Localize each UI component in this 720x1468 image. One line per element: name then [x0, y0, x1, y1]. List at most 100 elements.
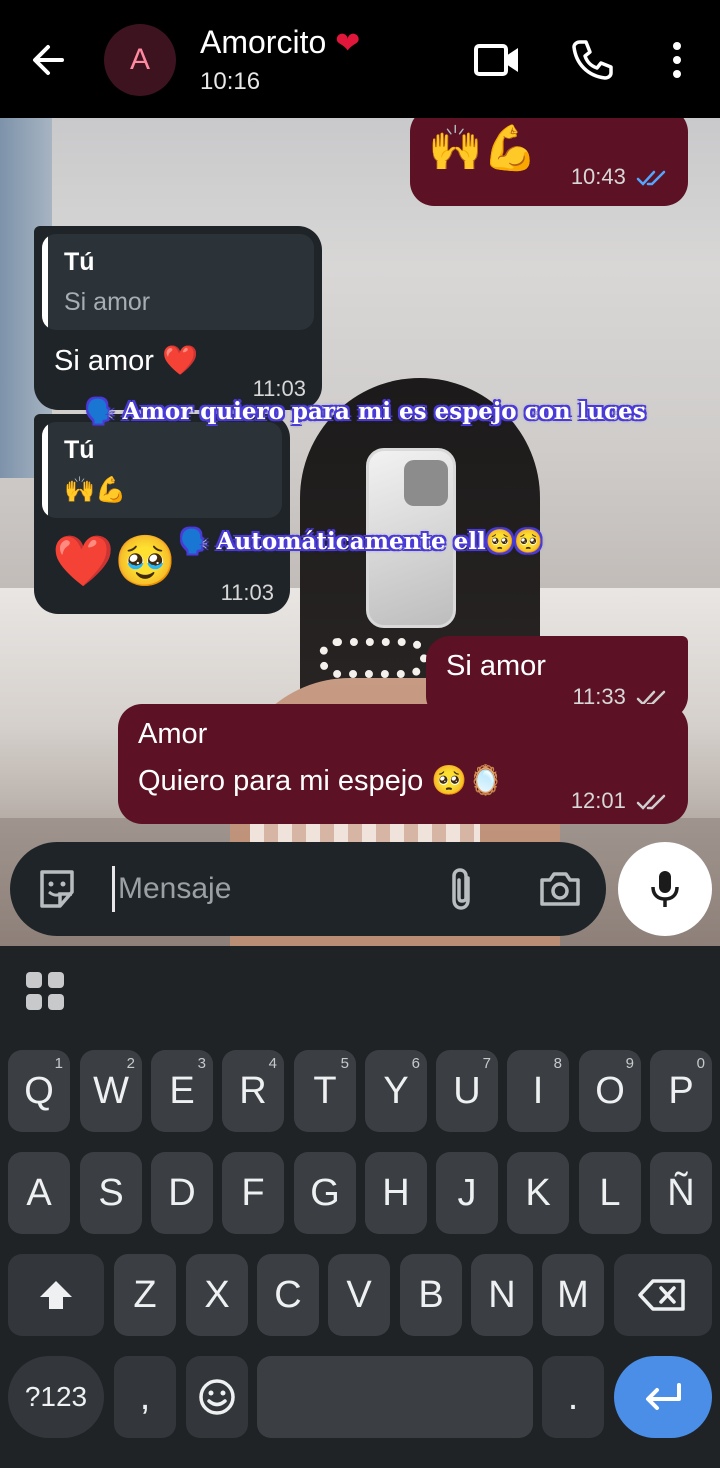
key-label: E [169, 1069, 195, 1112]
sticker-button[interactable] [34, 866, 80, 912]
key-e[interactable]: E3 [151, 1050, 213, 1132]
sticker-icon [40, 870, 74, 908]
shift-key[interactable] [8, 1254, 104, 1336]
key-f[interactable]: F [222, 1152, 284, 1234]
quote-text: Si amor [64, 288, 151, 316]
message-composer [10, 842, 606, 936]
backspace-key[interactable] [614, 1254, 712, 1336]
key-b[interactable]: B [400, 1254, 462, 1336]
camera-button[interactable] [536, 866, 584, 912]
key-m[interactable]: M [542, 1254, 604, 1336]
key-hint: 5 [340, 1055, 349, 1072]
message-time: 12:01 [571, 788, 670, 814]
voice-call-button[interactable] [566, 34, 618, 86]
keyboard-menu-button[interactable] [22, 968, 68, 1014]
key-l[interactable]: L [579, 1152, 641, 1234]
enter-key[interactable] [614, 1356, 712, 1438]
contact-status: 10:16 [200, 68, 261, 95]
message-text: 🙌💪 [428, 124, 538, 173]
period-key[interactable]: . [542, 1356, 604, 1438]
video-call-button[interactable] [470, 36, 526, 84]
key-k[interactable]: K [507, 1152, 569, 1234]
key-y[interactable]: Y6 [365, 1050, 427, 1132]
quote-text: 🙌💪 [64, 476, 127, 504]
key-label: I [532, 1069, 544, 1112]
message-time-text: 12:01 [570, 788, 626, 813]
attach-button[interactable] [442, 864, 482, 914]
quoted-message[interactable]: Tú Si amor [42, 234, 314, 330]
message-text-line-2: Quiero para mi espejo 🥺🪞 [138, 765, 504, 797]
key-hint: 9 [625, 1055, 634, 1072]
key-w[interactable]: W2 [80, 1050, 142, 1132]
key-hint: 2 [126, 1055, 135, 1072]
key-label: P [668, 1069, 694, 1112]
message-text-line-1: Amor [138, 718, 208, 750]
smiley-icon [199, 1379, 235, 1415]
key-o[interactable]: O9 [579, 1050, 641, 1132]
comma-key[interactable]: , [114, 1356, 176, 1438]
key-label: U [453, 1069, 481, 1112]
key-x[interactable]: X [186, 1254, 248, 1336]
quoted-message[interactable]: Tú 🙌💪 [42, 422, 282, 518]
overlay-caption-2: 🗣️ Automáticamente ell🥺🥺 [180, 528, 544, 555]
back-button[interactable] [22, 34, 74, 86]
key-t[interactable]: T5 [294, 1050, 356, 1132]
key-a[interactable]: A [8, 1152, 70, 1234]
space-key[interactable] [257, 1356, 533, 1438]
key-z[interactable]: Z [114, 1254, 176, 1336]
key-i[interactable]: I8 [507, 1050, 569, 1132]
key-c[interactable]: C [257, 1254, 319, 1336]
more-options-button[interactable] [654, 34, 700, 86]
text-cursor [112, 866, 115, 912]
enter-arrow-icon [646, 1383, 681, 1410]
contact-avatar[interactable]: A [104, 24, 176, 96]
symbols-key[interactable]: ?123 [8, 1356, 104, 1438]
wallpaper-necklace [318, 638, 428, 678]
key-hint: 7 [482, 1055, 491, 1072]
key-g[interactable]: G [294, 1152, 356, 1234]
key-h[interactable]: H [365, 1152, 427, 1234]
video-camera-icon [474, 44, 518, 76]
key-hint: 3 [197, 1055, 206, 1072]
double-check-read-icon [636, 170, 666, 186]
double-check-icon [636, 794, 666, 810]
key-label: Q [24, 1069, 54, 1112]
message-bubble-incoming[interactable]: Tú 🙌💪 ❤️🥹 11:03 [34, 414, 290, 614]
voice-record-button[interactable] [618, 842, 712, 936]
camera-icon [540, 872, 580, 906]
key-label: T [313, 1069, 337, 1112]
message-text: ❤️🥹 [52, 533, 177, 589]
message-input[interactable] [118, 864, 438, 914]
key-u[interactable]: U7 [436, 1050, 498, 1132]
key-hint: 4 [268, 1055, 277, 1072]
emoji-key[interactable] [186, 1356, 248, 1438]
message-bubble-incoming[interactable]: Tú Si amor Si amor ❤️ 11:03 [34, 226, 322, 410]
message-text: Si amor ❤️ [54, 345, 199, 377]
arrow-left-icon [33, 45, 64, 75]
message-text: Si amor [446, 650, 546, 682]
key-r[interactable]: R4 [222, 1050, 284, 1132]
grid-icon [26, 972, 64, 1010]
message-time: 11:03 [220, 580, 274, 605]
message-bubble-outgoing[interactable]: Amor Quiero para mi espejo 🥺🪞 12:01 [118, 704, 688, 824]
key-v[interactable]: V [328, 1254, 390, 1336]
key-n-tilde[interactable]: Ñ [650, 1152, 712, 1234]
wallpaper-phone-camera [404, 460, 448, 506]
contact-name[interactable]: Amorcito ❤ [200, 24, 360, 61]
message-time-text: 10:43 [570, 164, 626, 189]
key-s[interactable]: S [80, 1152, 142, 1234]
chat-area[interactable]: 🙌💪 10:43 Tú Si amor Si amor ❤️ 11:03 Tú … [0, 118, 720, 946]
key-hint: 6 [411, 1055, 420, 1072]
key-q[interactable]: Q1 [8, 1050, 70, 1132]
message-bubble-outgoing[interactable]: 🙌💪 10:43 [410, 118, 688, 206]
shift-icon [40, 1281, 72, 1309]
key-j[interactable]: J [436, 1152, 498, 1234]
key-p[interactable]: P0 [650, 1050, 712, 1132]
key-hint: 8 [553, 1055, 562, 1072]
chat-header: A Amorcito ❤ 10:16 [0, 0, 720, 118]
key-label: W [93, 1069, 129, 1112]
phone-icon [572, 40, 613, 80]
key-n[interactable]: N [471, 1254, 533, 1336]
key-d[interactable]: D [151, 1152, 213, 1234]
microphone-icon [651, 871, 679, 907]
